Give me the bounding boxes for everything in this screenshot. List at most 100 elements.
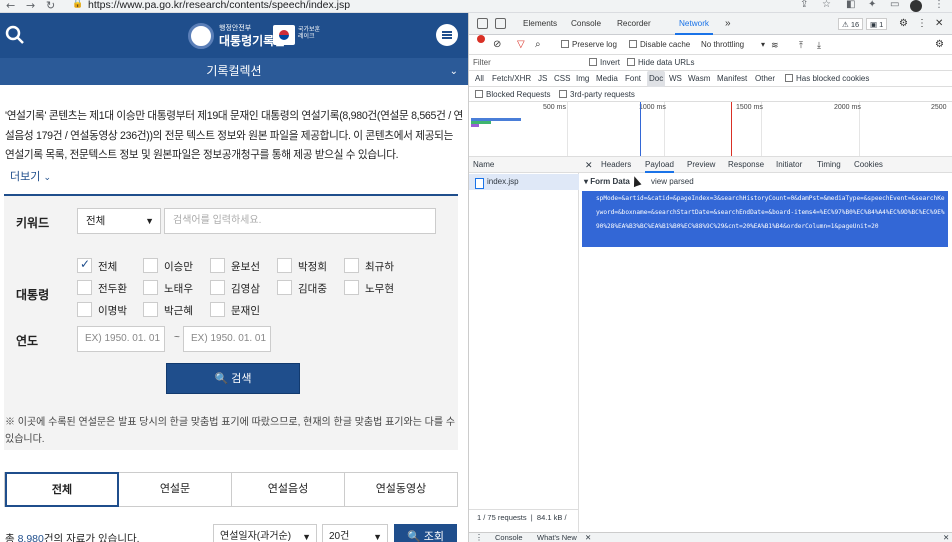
tab-cookies[interactable]: Cookies	[854, 157, 883, 173]
president-checkbox-label[interactable]: 윤보선	[231, 259, 260, 274]
tab-initiator[interactable]: Initiator	[776, 157, 802, 173]
chevron-down-icon[interactable]: ▾	[761, 35, 765, 55]
president-checkbox-label[interactable]: 박근혜	[164, 303, 193, 318]
tab-all[interactable]: 전체	[5, 472, 119, 507]
search-button[interactable]: 🔍 검색	[166, 363, 300, 394]
view-parsed-link[interactable]: view parsed	[651, 177, 694, 186]
type-media[interactable]: Media	[596, 71, 618, 87]
keyword-input[interactable]: 검색어를 입력하세요.	[164, 208, 436, 234]
type-all[interactable]: All	[475, 71, 484, 87]
drawer-tab-whats-new[interactable]: What's New	[537, 533, 577, 542]
type-other[interactable]: Other	[755, 71, 775, 87]
settings-gear-icon[interactable]: ⚙	[899, 13, 908, 35]
type-doc[interactable]: Doc	[647, 71, 666, 87]
network-timeline[interactable]: 500 ms 1000 ms 1500 ms 2000 ms 2500	[469, 102, 952, 157]
invert-checkbox[interactable]: Invert	[589, 55, 620, 71]
forward-icon[interactable]: →	[26, 0, 35, 12]
president-checkbox-label[interactable]: 이명박	[98, 303, 127, 318]
extension-icon[interactable]: ◧	[846, 0, 855, 10]
tab-headers[interactable]: Headers	[601, 157, 631, 173]
tab-console[interactable]: Console	[571, 13, 601, 35]
president-checkbox[interactable]	[143, 280, 158, 295]
president-checkbox[interactable]	[143, 302, 158, 317]
lookup-button[interactable]: 🔍 조회	[394, 524, 457, 542]
close-icon[interactable]: ✕	[943, 533, 949, 542]
section-header[interactable]: 기록컬렉션 ⌄	[0, 58, 468, 85]
tab-recorder[interactable]: Recorder	[617, 13, 651, 35]
president-checkbox[interactable]	[277, 280, 292, 295]
page-size-select[interactable]: 20건 ▼	[322, 524, 388, 542]
share-icon[interactable]: ⇪	[800, 0, 808, 10]
type-fetch-xhr[interactable]: Fetch/XHR	[492, 71, 531, 87]
type-js[interactable]: JS	[538, 71, 547, 87]
warning-badge[interactable]: ⚠ 16	[838, 18, 864, 30]
president-checkbox-label[interactable]: 김대중	[298, 281, 327, 296]
tab-timing[interactable]: Timing	[817, 157, 841, 173]
president-checkbox[interactable]	[210, 302, 225, 317]
tab-payload[interactable]: Payload	[645, 157, 674, 173]
throttling-select[interactable]: No throttling	[701, 35, 744, 55]
keyword-scope-select[interactable]: 전체 ▼	[77, 208, 161, 234]
chevron-down-icon[interactable]: ⌄	[450, 58, 458, 85]
close-icon[interactable]: ✕	[935, 13, 943, 35]
reload-icon[interactable]: ↻	[46, 0, 55, 12]
type-css[interactable]: CSS	[554, 71, 570, 87]
president-checkbox-label[interactable]: 전체	[98, 259, 117, 274]
president-checkbox-label[interactable]: 최규하	[365, 259, 394, 274]
third-party-checkbox[interactable]: 3rd-party requests	[559, 87, 635, 102]
president-checkbox[interactable]	[210, 258, 225, 273]
network-conditions-icon[interactable]: ≋	[771, 35, 779, 55]
president-checkbox[interactable]	[77, 302, 92, 317]
president-checkbox[interactable]	[344, 280, 359, 295]
back-icon[interactable]: ←	[6, 0, 15, 12]
president-checkbox[interactable]	[210, 280, 225, 295]
profile-avatar[interactable]	[910, 0, 922, 12]
president-checkbox[interactable]	[344, 258, 359, 273]
inspect-element-icon[interactable]	[477, 18, 488, 29]
date-to-input[interactable]: EX) 1950. 01. 01	[183, 326, 271, 352]
hide-data-urls-checkbox[interactable]: Hide data URLs	[627, 55, 694, 71]
settings-gear-icon[interactable]: ⚙	[935, 35, 944, 55]
president-checkbox-label[interactable]: 노태우	[164, 281, 193, 296]
name-column-header[interactable]: Name	[469, 157, 579, 173]
device-toolbar-icon[interactable]	[495, 18, 506, 29]
blocked-cookies-checkbox[interactable]: Has blocked cookies	[785, 71, 869, 87]
close-icon[interactable]: ✕	[585, 157, 593, 173]
form-data-header[interactable]: ▾ Form Data	[584, 177, 630, 186]
president-checkbox[interactable]	[143, 258, 158, 273]
tab-speech-audio[interactable]: 연설음성	[232, 473, 345, 506]
download-icon[interactable]: ⤓	[817, 35, 821, 55]
more-options-icon[interactable]: ⋮	[917, 13, 927, 35]
drawer-tab-console[interactable]: Console	[495, 533, 523, 542]
tab-elements[interactable]: Elements	[523, 13, 557, 35]
president-checkbox[interactable]	[77, 257, 92, 273]
tab-speech-video[interactable]: 연설동영상	[345, 473, 457, 506]
president-checkbox-label[interactable]: 전두환	[98, 281, 127, 296]
blocked-requests-checkbox[interactable]: Blocked Requests	[475, 87, 550, 102]
president-checkbox-label[interactable]: 박정희	[298, 259, 327, 274]
more-options-icon[interactable]: ⋮	[475, 533, 483, 542]
type-manifest[interactable]: Manifest	[717, 71, 747, 87]
type-wasm[interactable]: Wasm	[688, 71, 710, 87]
filter-input[interactable]: Filter	[473, 56, 579, 69]
address-bar[interactable]: https://www.pa.go.kr/research/contents/s…	[88, 0, 350, 11]
message-badge[interactable]: ▣ 1	[866, 18, 888, 30]
sidebar-icon[interactable]: ▭	[890, 0, 899, 10]
president-checkbox-label[interactable]: 김영삼	[231, 281, 260, 296]
close-icon[interactable]: ✕	[585, 533, 591, 542]
president-checkbox[interactable]	[77, 280, 92, 295]
tab-speech-text[interactable]: 연설문	[119, 473, 232, 506]
puzzle-icon[interactable]: ✦	[868, 0, 876, 10]
request-row[interactable]: index.jsp	[469, 174, 579, 190]
bookmark-star-icon[interactable]: ☆	[822, 0, 831, 10]
clear-icon[interactable]: ⊘	[493, 35, 501, 55]
preserve-log-checkbox[interactable]: Preserve log	[561, 35, 617, 55]
tab-preview[interactable]: Preview	[687, 157, 715, 173]
record-icon[interactable]	[477, 35, 485, 43]
president-checkbox-label[interactable]: 노무현	[365, 281, 394, 296]
tab-response[interactable]: Response	[728, 157, 764, 173]
type-ws[interactable]: WS	[669, 71, 682, 87]
type-img[interactable]: Img	[576, 71, 589, 87]
search-icon[interactable]: ⌕	[535, 35, 541, 55]
disable-cache-checkbox[interactable]: Disable cache	[629, 35, 690, 55]
